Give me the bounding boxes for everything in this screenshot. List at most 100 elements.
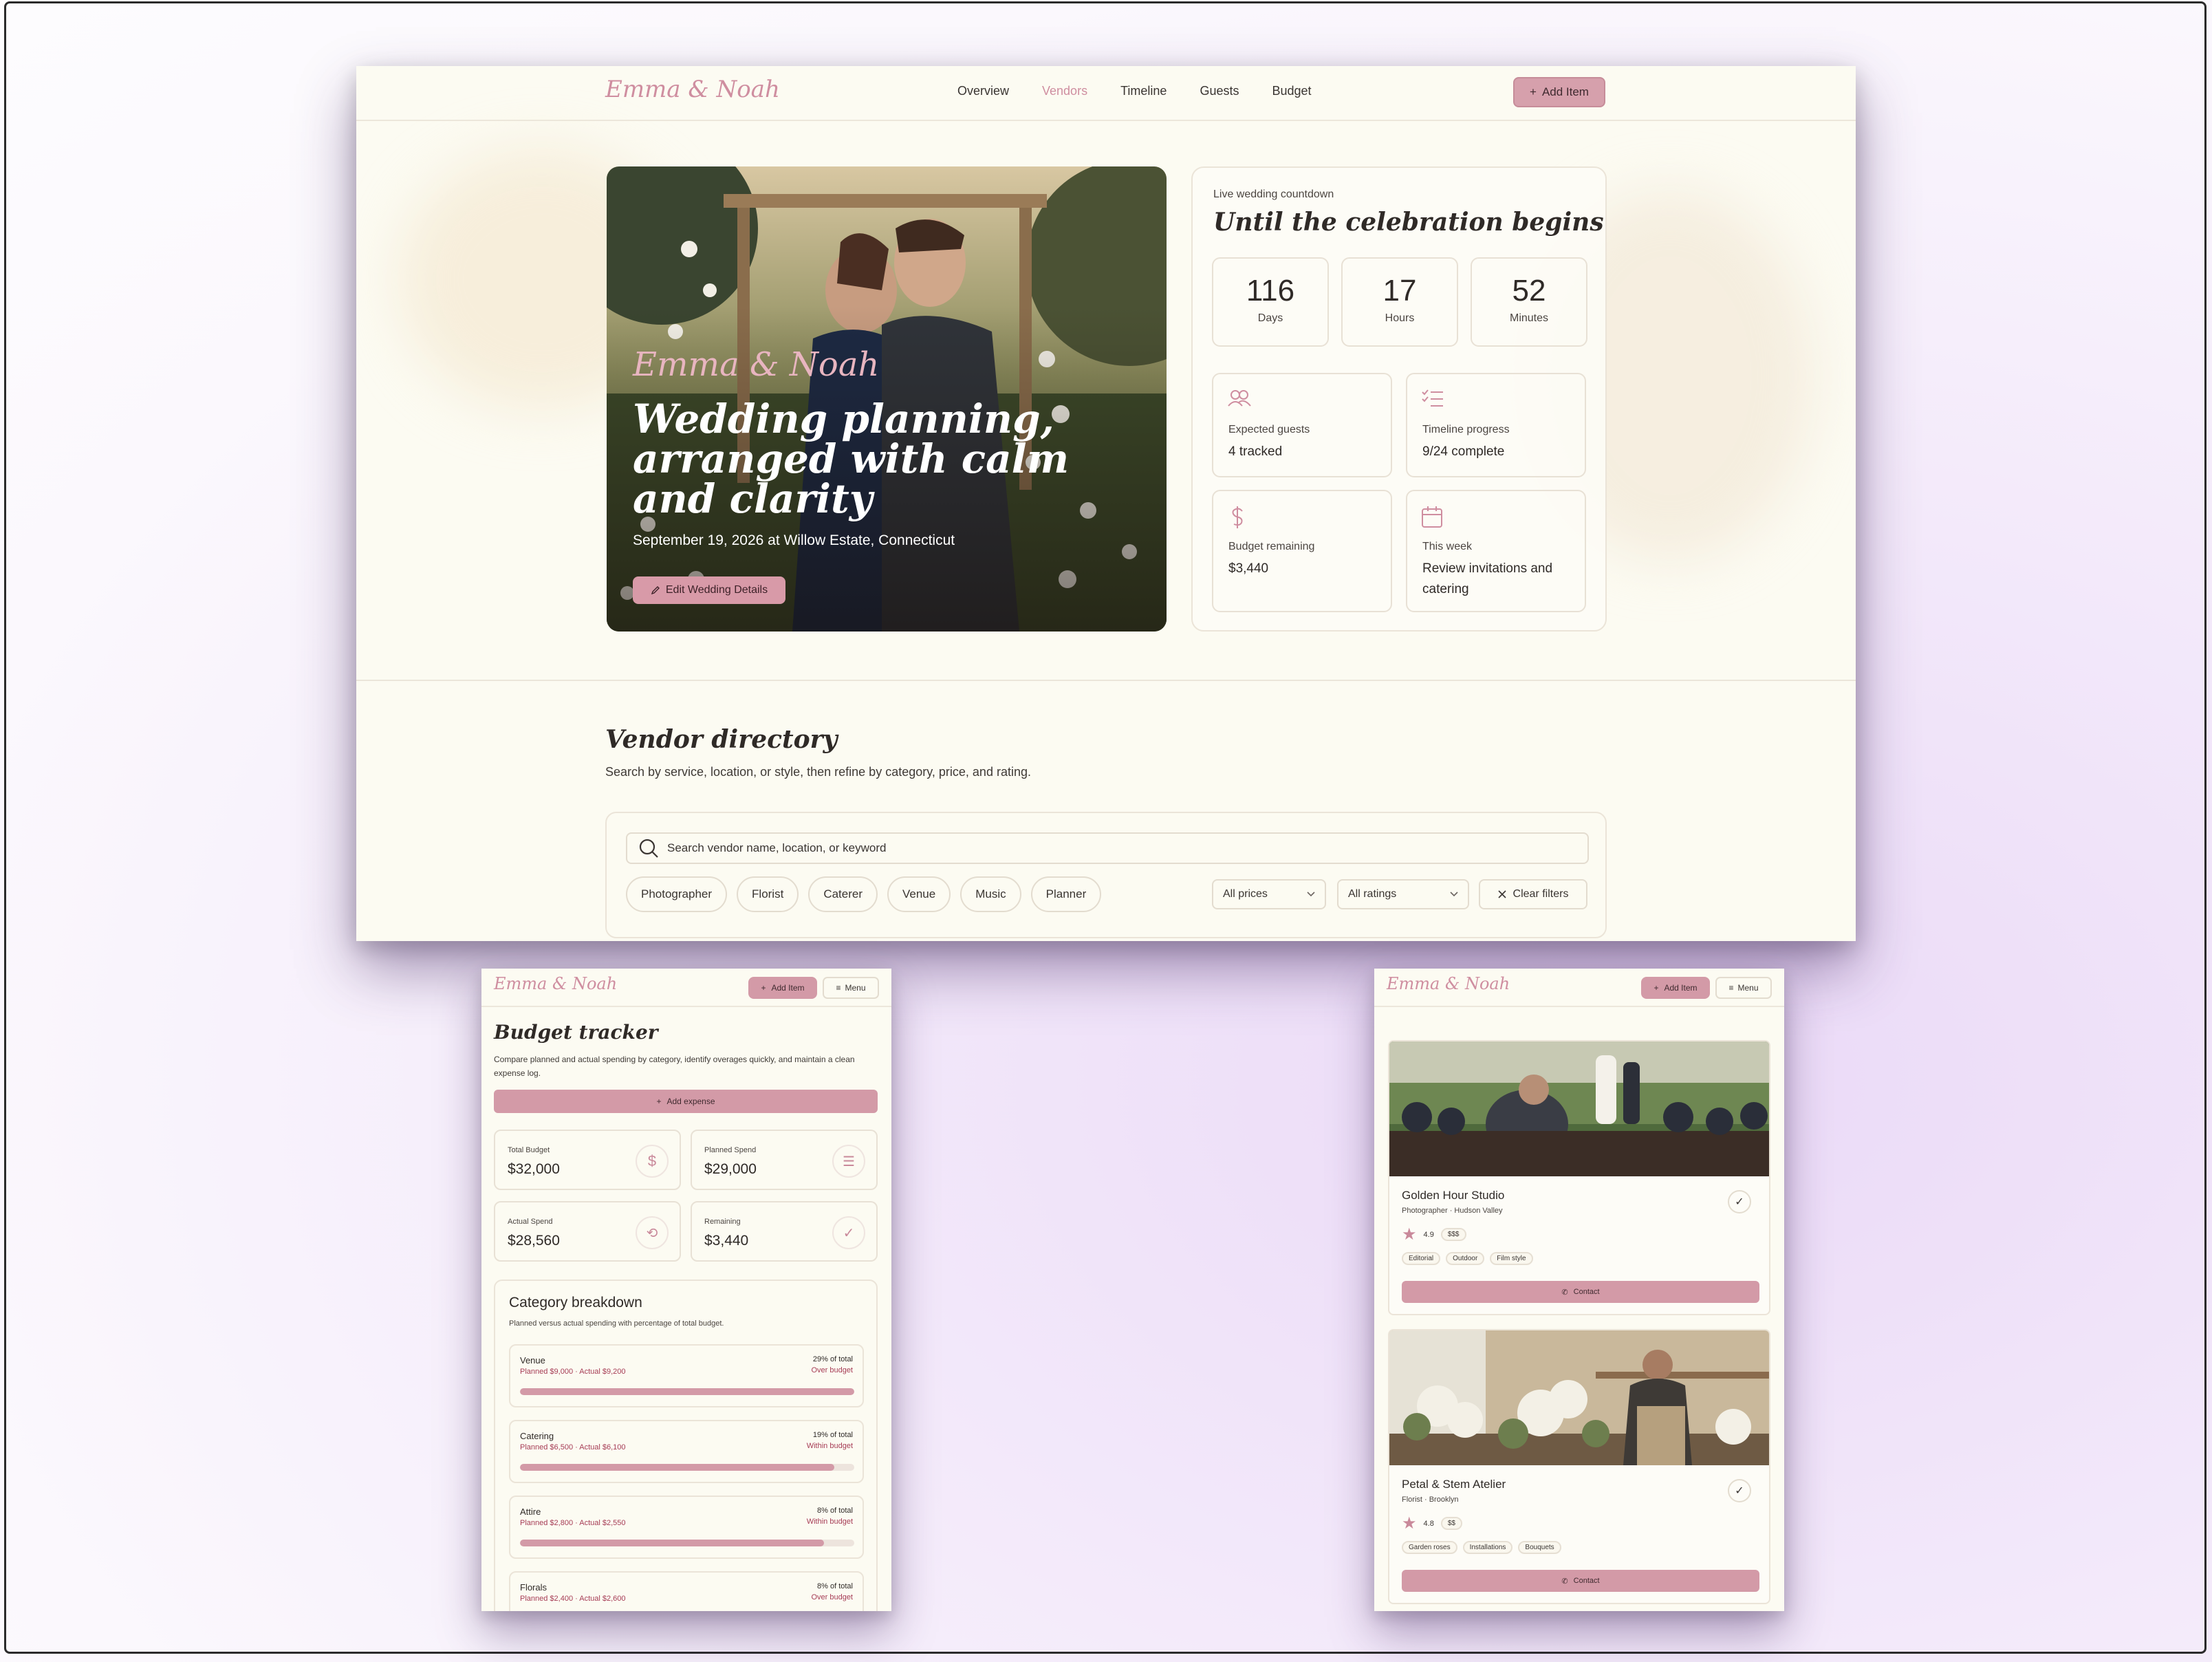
mobile-nav: Emma & Noah + Add Item ≡ Menu: [481, 969, 891, 1007]
menu-button[interactable]: ≡ Menu: [823, 977, 879, 999]
chevron-down-icon: [1307, 892, 1315, 897]
days-box: 116 Days: [1212, 257, 1329, 347]
breakdown-subtitle: Planned versus actual spending with perc…: [509, 1319, 724, 1328]
brand-logo[interactable]: Emma & Noah: [494, 974, 617, 993]
countdown-title: Until the celebration begins: [1213, 208, 1604, 237]
search-input[interactable]: [667, 841, 1561, 855]
section-divider: [356, 680, 1856, 681]
progress-bar: [520, 1464, 854, 1471]
brand-logo[interactable]: Emma & Noah: [1387, 974, 1510, 993]
vendor-card[interactable]: Petal & Stem Atelier Florist · Brooklyn …: [1388, 1329, 1770, 1604]
star-icon: ★: [1402, 1225, 1417, 1244]
menu-button[interactable]: ≡ Menu: [1715, 977, 1772, 999]
vendor-card[interactable]: Golden Hour Studio Photographer · Hudson…: [1388, 1040, 1770, 1315]
chevron-down-icon: [1450, 892, 1458, 897]
remaining-card: Remaining $3,440 ✓: [691, 1201, 878, 1262]
filter-panel: Photographer Florist Caterer Venue Music…: [605, 812, 1607, 938]
countdown-eyebrow: Live wedding countdown: [1213, 188, 1334, 200]
hours-box: 17 Hours: [1341, 257, 1458, 347]
checklist-icon: [1422, 389, 1443, 407]
hours-value: 17: [1382, 274, 1417, 307]
progress-bar: [520, 1540, 854, 1546]
mobile-vendors-screen: Emma & Noah + Add Item ≡ Menu Golden Hour …: [1374, 969, 1784, 1611]
stat-budget-remaining[interactable]: Budget remaining $3,440: [1212, 490, 1392, 612]
edit-wedding-details-button[interactable]: Edit Wedding Details: [633, 576, 785, 604]
vendor-location: Florist · Brooklyn: [1402, 1496, 1459, 1504]
vendor-name: Petal & Stem Atelier: [1402, 1478, 1506, 1491]
vendor-directory-subtitle: Search by service, location, or style, t…: [605, 765, 1031, 779]
category-chips: Photographer Florist Caterer Venue Music…: [626, 876, 1102, 912]
plus-icon: +: [1530, 85, 1537, 98]
add-item-button[interactable]: + Add Item: [1513, 77, 1605, 107]
phone-icon: ✆: [1561, 1288, 1568, 1297]
vendor-name: Golden Hour Studio: [1402, 1189, 1505, 1202]
brand-logo[interactable]: Emma & Noah: [605, 76, 780, 103]
hero-headline: Wedding planning, arranged with calm and…: [633, 396, 1070, 522]
chip-music[interactable]: Music: [960, 876, 1021, 912]
category-row[interactable]: Catering Planned $6,500 · Actual $6,100 …: [509, 1420, 864, 1483]
chip-caterer[interactable]: Caterer: [808, 876, 878, 912]
nav-vendors[interactable]: Vendors: [1042, 84, 1087, 98]
stat-this-week[interactable]: This week Review invitations and caterin…: [1406, 490, 1586, 612]
check-circle-icon: ✓: [832, 1216, 865, 1249]
days-value: 116: [1246, 274, 1295, 307]
chip-planner[interactable]: Planner: [1030, 876, 1102, 912]
hamburger-icon: ≡: [836, 983, 841, 993]
countdown-panel: Live wedding countdown Until the celebra…: [1191, 166, 1607, 632]
dollar-icon: [1232, 506, 1243, 528]
category-row[interactable]: Venue Planned $9,000 · Actual $9,200 29%…: [509, 1344, 864, 1407]
nav-guests[interactable]: Guests: [1200, 84, 1239, 98]
minutes-box: 52 Minutes: [1471, 257, 1587, 347]
rating-select[interactable]: All ratings: [1337, 879, 1469, 909]
hero-date-location: September 19, 2026 at Willow Estate, Con…: [633, 532, 955, 548]
vendor-directory-title: Vendor directory: [605, 725, 838, 754]
select-check-icon[interactable]: ✓: [1728, 1479, 1751, 1502]
category-row[interactable]: Florals Planned $2,400 · Actual $2,600 8…: [509, 1571, 864, 1611]
plus-icon: +: [761, 983, 766, 993]
chip-venue[interactable]: Venue: [887, 876, 951, 912]
vendor-photo: [1389, 1330, 1769, 1465]
budget-title: Budget tracker: [494, 1021, 658, 1044]
plus-icon: +: [1653, 983, 1659, 993]
nav-overview[interactable]: Overview: [957, 84, 1009, 98]
stat-expected-guests[interactable]: Expected guests 4 tracked: [1212, 373, 1392, 477]
hamburger-icon: ≡: [1728, 983, 1734, 993]
select-check-icon[interactable]: ✓: [1728, 1190, 1751, 1213]
price-select[interactable]: All prices: [1212, 879, 1326, 909]
vendor-rating: ★ 4.8 $$: [1402, 1513, 1462, 1533]
days-unit: Days: [1257, 312, 1283, 324]
nav-budget[interactable]: Budget: [1272, 84, 1311, 98]
nav-links: Overview Vendors Timeline Guests Budget: [957, 84, 1312, 98]
chip-florist[interactable]: Florist: [737, 876, 799, 912]
vendor-tags: Garden roses Installations Bouquets: [1402, 1541, 1561, 1554]
total-budget-card: Total Budget $32,000 $: [494, 1130, 681, 1190]
mobile-budget-screen: Emma & Noah + Add Item ≡ Menu Budget track…: [481, 969, 891, 1611]
progress-bar: [520, 1388, 854, 1395]
clear-filters-button[interactable]: Clear filters: [1479, 879, 1587, 909]
calendar-icon: [1422, 506, 1442, 528]
add-item-button[interactable]: + Add Item: [1641, 977, 1710, 999]
vendor-rating: ★ 4.9 $$$: [1402, 1224, 1466, 1244]
category-breakdown: Category breakdown Planned versus actual…: [494, 1280, 878, 1611]
chip-photographer[interactable]: Photographer: [626, 876, 728, 912]
phone-icon: ✆: [1561, 1577, 1568, 1586]
vendor-photo: [1389, 1042, 1769, 1176]
actual-spend-card: Actual Spend $28,560 ⟲: [494, 1201, 681, 1262]
category-row[interactable]: Attire Planned $2,800 · Actual $2,550 8%…: [509, 1496, 864, 1559]
stat-timeline-progress[interactable]: Timeline progress 9/24 complete: [1406, 373, 1586, 477]
dollar-icon: $: [636, 1145, 669, 1178]
desktop-screen: Emma & Noah Overview Vendors Timeline Gu…: [356, 66, 1856, 941]
star-icon: ★: [1402, 1514, 1417, 1533]
contact-button[interactable]: ✆ Contact: [1402, 1570, 1759, 1592]
pencil-icon: [651, 586, 660, 595]
contact-button[interactable]: ✆ Contact: [1402, 1281, 1759, 1303]
nav-timeline[interactable]: Timeline: [1120, 84, 1167, 98]
vendor-location: Photographer · Hudson Valley: [1402, 1207, 1503, 1215]
minutes-value: 52: [1512, 274, 1546, 307]
hours-unit: Hours: [1385, 312, 1415, 324]
add-expense-button[interactable]: + Add expense: [494, 1090, 878, 1113]
top-nav: Emma & Noah Overview Vendors Timeline Gu…: [356, 66, 1856, 121]
mobile-nav: Emma & Noah + Add Item ≡ Menu: [1374, 969, 1784, 1007]
hero-card: Emma & Noah Wedding planning, arranged w…: [607, 166, 1167, 632]
add-item-button[interactable]: + Add Item: [748, 977, 817, 999]
